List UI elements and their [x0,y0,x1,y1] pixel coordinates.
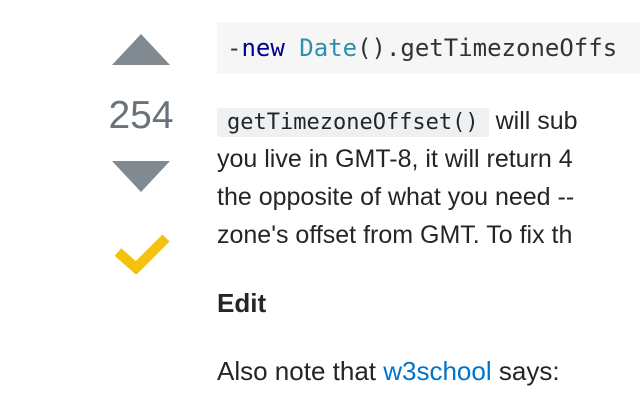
vote-column: 254 [100,0,182,400]
paragraph-line-4: zone's offset from GMT. To fix th [217,221,573,249]
paragraph-line-2: you live in GMT-8, it will return 4 [217,145,573,173]
edit-heading: Edit [217,288,267,318]
accepted-checkmark-icon [114,234,170,274]
code-type-date: Date [299,34,358,62]
code-rest: ().getTimezoneOffs [357,34,618,62]
also-note-paragraph: Also note that w3school says: [217,352,560,390]
downvote-arrow-icon[interactable] [112,161,170,192]
answer-paragraph: getTimezoneOffset() will sub you live in… [217,102,640,254]
code-minus: - [227,34,242,62]
code-keyword-new: new [241,34,285,62]
paragraph-line-1: getTimezoneOffset() will sub [217,102,640,140]
vote-count: 254 [108,94,174,137]
paragraph-line-1-text: will sub [488,107,578,135]
also-note-suffix: says: [491,356,560,386]
answer-body: -new Date().getTimezoneOffs getTimezoneO… [217,0,640,400]
inline-code: getTimezoneOffset() [217,108,489,137]
answer-post: 254 -new Date().getTimezoneOffs getTimez… [0,0,640,400]
code-block: -new Date().getTimezoneOffs [217,22,640,74]
upvote-arrow-icon[interactable] [112,34,170,65]
w3school-link[interactable]: w3school [383,356,491,386]
also-note-prefix: Also note that [217,356,384,386]
paragraph-line-3: the opposite of what you need -- [217,183,575,211]
